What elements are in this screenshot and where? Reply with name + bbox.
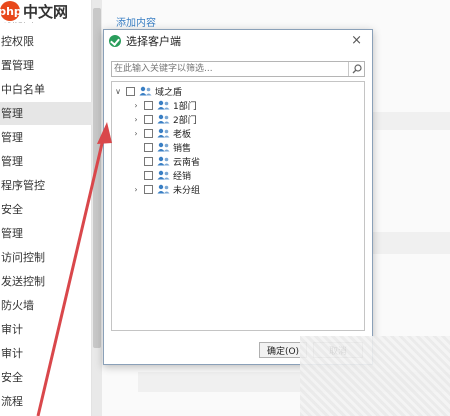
tree-checkbox[interactable] bbox=[144, 128, 153, 138]
site-logo: php 中文网 bbox=[0, 0, 69, 22]
tree-node[interactable]: 云南省 bbox=[132, 155, 201, 168]
sidebar: 功能面 控权限 置管理 中白名单 管理 管理 管理 程序管控 安全 管理 访问控… bbox=[0, 0, 92, 416]
sidebar-item[interactable]: 中白名单 bbox=[0, 78, 92, 101]
group-icon bbox=[157, 156, 170, 166]
content-band bbox=[372, 112, 450, 130]
tree-checkbox[interactable] bbox=[144, 114, 153, 124]
sidebar-item[interactable]: 安全 bbox=[0, 366, 92, 389]
sidebar-item[interactable]: 审计 bbox=[0, 342, 92, 365]
search-box[interactable] bbox=[111, 61, 365, 77]
sidebar-item[interactable]: 管理 bbox=[0, 126, 92, 149]
tree-node-label: 2部门 bbox=[173, 115, 197, 126]
search-icon[interactable] bbox=[348, 62, 364, 76]
group-icon bbox=[157, 170, 170, 180]
tree-node[interactable]: › 2部门 bbox=[132, 113, 197, 126]
search-input[interactable] bbox=[114, 62, 346, 76]
sidebar-item[interactable]: 管理 bbox=[0, 150, 92, 173]
tree-node[interactable]: 销售 bbox=[132, 141, 192, 154]
client-tree: ∨ 域之盾 › 1部门 › 2部门 › 老板 销售 云南省 经销 › 未分组 bbox=[111, 81, 365, 331]
tree-checkbox[interactable] bbox=[144, 156, 153, 166]
tree-node[interactable]: › 老板 bbox=[132, 127, 192, 140]
group-icon bbox=[139, 86, 152, 96]
logo-icon: php bbox=[0, 1, 22, 21]
dialog-title-bar[interactable]: 选择客户端 × bbox=[104, 30, 372, 52]
tree-node-label: 云南省 bbox=[173, 157, 201, 168]
sidebar-item[interactable]: 程序管控 bbox=[0, 174, 92, 197]
collapsed-chevron-icon[interactable]: › bbox=[132, 128, 140, 138]
group-icon bbox=[157, 142, 170, 152]
logo-text: 中文网 bbox=[23, 2, 69, 21]
collapsed-chevron-icon[interactable]: › bbox=[132, 100, 140, 110]
tree-checkbox[interactable] bbox=[144, 142, 153, 152]
tree-node-label: 老板 bbox=[173, 129, 192, 140]
group-icon bbox=[157, 114, 170, 124]
group-icon bbox=[157, 184, 170, 194]
tree-node-label: 域之盾 bbox=[155, 87, 183, 98]
tree-node-label: 销售 bbox=[173, 143, 192, 154]
tree-node[interactable]: › 未分组 bbox=[132, 183, 201, 196]
group-icon bbox=[157, 128, 170, 138]
sidebar-item[interactable]: 访问控制 bbox=[0, 246, 92, 269]
tree-checkbox[interactable] bbox=[144, 170, 153, 180]
group-icon bbox=[157, 100, 170, 110]
dialog-title: 选择客户端 bbox=[126, 35, 181, 48]
collapsed-chevron-icon[interactable]: › bbox=[132, 114, 140, 124]
tree-node-label: 经销 bbox=[173, 171, 192, 182]
content-band bbox=[372, 232, 450, 254]
expanded-chevron-icon[interactable]: ∨ bbox=[114, 86, 122, 96]
check-circle-icon bbox=[109, 35, 121, 47]
sidebar-item[interactable]: 防火墙 bbox=[0, 294, 92, 317]
tree-node[interactable]: › 1部门 bbox=[132, 99, 197, 112]
sidebar-item[interactable]: 安全 bbox=[0, 198, 92, 221]
tree-node[interactable]: 经销 bbox=[132, 169, 192, 182]
tree-node-root[interactable]: ∨ 域之盾 bbox=[114, 85, 183, 98]
sidebar-item[interactable]: 审计 bbox=[0, 318, 92, 341]
blurred-watermark bbox=[300, 336, 450, 416]
sidebar-item[interactable]: 流程 bbox=[0, 390, 92, 413]
tree-checkbox[interactable] bbox=[126, 86, 135, 96]
sidebar-item[interactable]: 置管理 bbox=[0, 54, 92, 77]
sidebar-item[interactable]: 控权限 bbox=[0, 30, 92, 53]
tree-node-label: 未分组 bbox=[173, 185, 201, 196]
tree-checkbox[interactable] bbox=[144, 100, 153, 110]
collapsed-chevron-icon[interactable]: › bbox=[132, 184, 140, 194]
sidebar-item[interactable]: 发送控制 bbox=[0, 270, 92, 293]
sidebar-item[interactable]: 管理 bbox=[0, 222, 92, 245]
sidebar-scrollbar-thumb[interactable] bbox=[93, 8, 101, 348]
close-icon[interactable]: × bbox=[351, 33, 362, 48]
tree-node-label: 1部门 bbox=[173, 101, 197, 112]
tree-checkbox[interactable] bbox=[144, 184, 153, 194]
sidebar-item-active[interactable]: 管理 bbox=[0, 102, 92, 125]
select-client-dialog: 选择客户端 × ∨ 域之盾 › 1部门 › 2部门 bbox=[103, 29, 373, 365]
add-content-link[interactable]: 添加内容 bbox=[116, 14, 156, 29]
